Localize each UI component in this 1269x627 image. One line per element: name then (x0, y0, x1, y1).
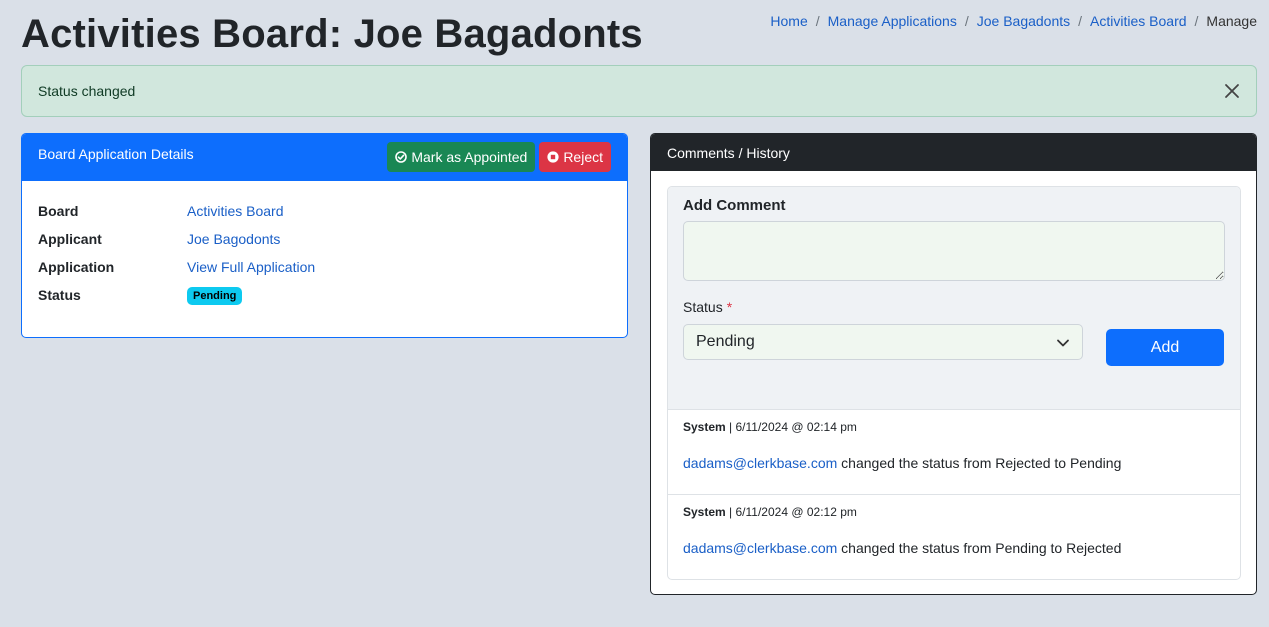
history-text: dadams@clerkbase.com changed the status … (683, 540, 1121, 556)
close-icon[interactable] (1222, 81, 1242, 101)
detail-row-status: Status Pending (38, 281, 611, 309)
breadcrumb-manage-applications[interactable]: Manage Applications (828, 13, 957, 29)
board-link[interactable]: Activities Board (187, 203, 283, 219)
history-author: System (683, 505, 726, 519)
breadcrumb: Home / Manage Applications / Joe Bagadon… (770, 13, 1257, 29)
add-comment-form: Add Comment Status * Pending Add (668, 187, 1240, 410)
breadcrumb-current: Manage (1206, 13, 1257, 29)
breadcrumb-board[interactable]: Activities Board (1090, 13, 1186, 29)
history-timestamp: 6/11/2024 @ 02:14 pm (735, 420, 857, 434)
status-badge: Pending (187, 286, 243, 305)
board-label: Board (38, 203, 79, 219)
detail-row-board: Board Activities Board (38, 197, 611, 225)
details-list: Board Activities Board Applicant Joe Bag… (22, 181, 627, 309)
page: Activities Board: Joe Bagadonts Home / M… (0, 0, 1269, 627)
mark-appointed-label: Mark as Appointed (411, 149, 528, 165)
history-description: changed the status from Rejected to Pend… (841, 455, 1122, 471)
mark-appointed-button[interactable]: Mark as Appointed (387, 142, 536, 172)
status-select[interactable]: Pending (683, 324, 1083, 360)
comment-textarea[interactable] (683, 221, 1225, 281)
comments-container: Add Comment Status * Pending Add System |… (667, 186, 1241, 580)
header-actions: Mark as Appointed Reject (387, 142, 611, 172)
history-description: changed the status from Pending to Rejec… (841, 540, 1122, 556)
comments-history-header: Comments / History (651, 134, 1256, 171)
application-details-card: Board Application Details Mark as Appoin… (21, 133, 628, 338)
status-selected-value: Pending (696, 333, 755, 350)
required-mark: * (726, 299, 733, 315)
application-label: Application (38, 259, 115, 275)
status-field-label: Status * (683, 299, 732, 315)
history-user-link[interactable]: dadams@clerkbase.com (683, 540, 837, 556)
status-label: Status (38, 287, 81, 303)
history-meta: System | 6/11/2024 @ 02:12 pm (683, 505, 857, 519)
breadcrumb-separator: / (815, 13, 820, 29)
card-title: Comments / History (667, 144, 790, 161)
comments-history-card: Comments / History Add Comment Status * P… (650, 133, 1257, 595)
add-comment-button[interactable]: Add (1106, 329, 1224, 366)
status-alert: Status changed (21, 65, 1257, 117)
detail-row-application: Application View Full Application (38, 253, 611, 281)
stop-circle-icon (547, 151, 559, 163)
reject-button[interactable]: Reject (539, 142, 611, 172)
view-application-link[interactable]: View Full Application (187, 259, 315, 275)
detail-row-applicant: Applicant Joe Bagodonts (38, 225, 611, 253)
history-item: System | 6/11/2024 @ 02:12 pm dadams@cle… (668, 495, 1240, 579)
breadcrumb-applicant[interactable]: Joe Bagadonts (977, 13, 1070, 29)
history-author: System (683, 420, 726, 434)
reject-label: Reject (563, 149, 603, 165)
history-text: dadams@clerkbase.com changed the status … (683, 455, 1121, 471)
check-circle-icon (395, 151, 408, 163)
page-title: Activities Board: Joe Bagadonts (21, 12, 643, 56)
breadcrumb-home[interactable]: Home (770, 13, 807, 29)
add-comment-title: Add Comment (683, 197, 786, 214)
history-meta: System | 6/11/2024 @ 02:14 pm (683, 420, 857, 434)
breadcrumb-separator: / (1194, 13, 1199, 29)
breadcrumb-separator: / (964, 13, 969, 29)
breadcrumb-separator: / (1078, 13, 1083, 29)
card-title: Board Application Details (38, 146, 194, 162)
chevron-down-icon (1057, 339, 1069, 347)
history-item: System | 6/11/2024 @ 02:14 pm dadams@cle… (668, 410, 1240, 495)
history-timestamp: 6/11/2024 @ 02:12 pm (735, 505, 857, 519)
applicant-link[interactable]: Joe Bagodonts (187, 231, 280, 247)
applicant-label: Applicant (38, 231, 102, 247)
alert-message: Status changed (38, 83, 136, 99)
status-label-text: Status (683, 299, 723, 315)
history-user-link[interactable]: dadams@clerkbase.com (683, 455, 837, 471)
application-details-header: Board Application Details Mark as Appoin… (22, 134, 627, 181)
